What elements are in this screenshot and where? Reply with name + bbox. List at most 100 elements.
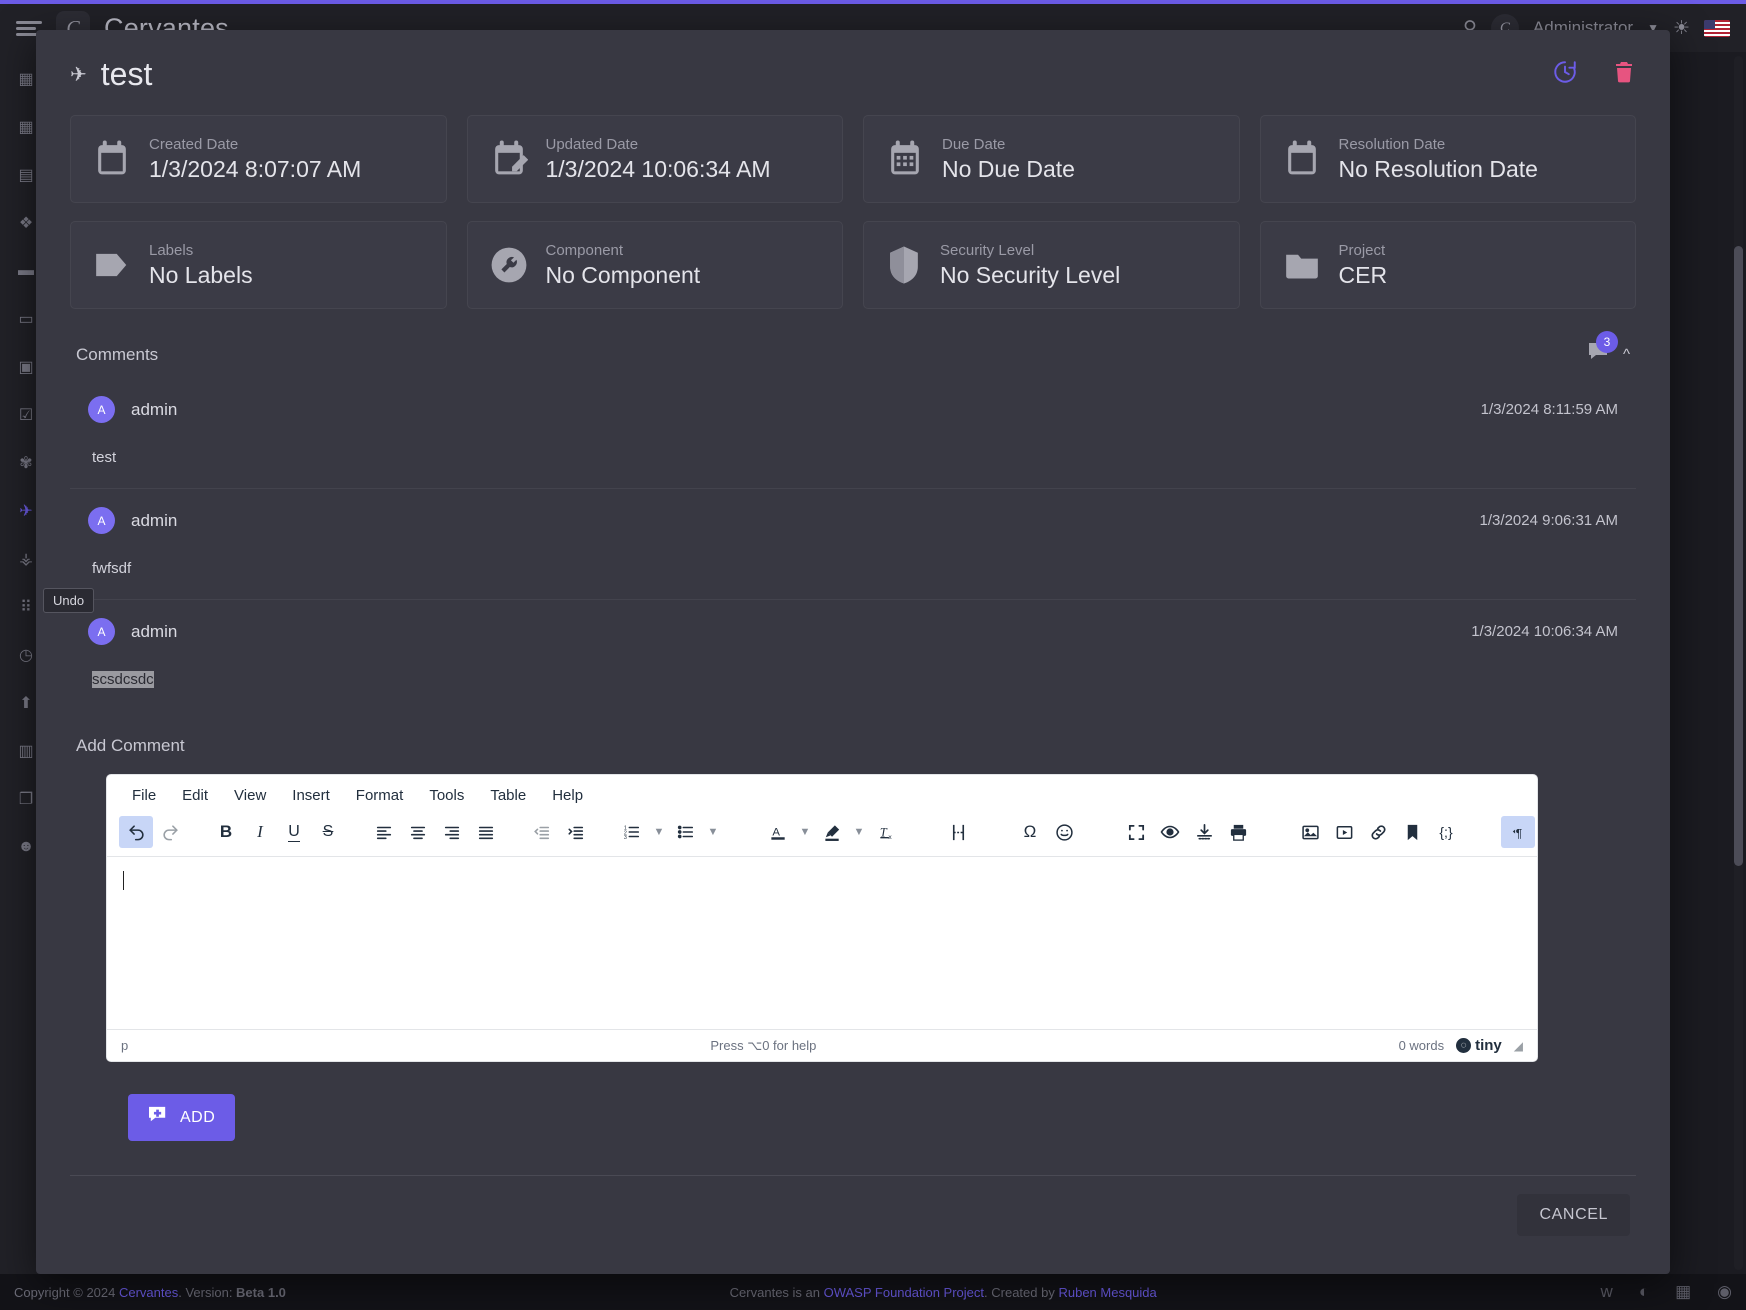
footer-owasp-link[interactable]: OWASP Foundation Project (824, 1285, 984, 1300)
tinymce-brand-logo[interactable]: ◌ tiny (1456, 1037, 1502, 1054)
bullet-list-button[interactable] (669, 816, 703, 848)
twitter-icon[interactable]: w (1601, 1282, 1613, 1302)
us-flag-icon[interactable] (1704, 19, 1730, 37)
footer-author-link[interactable]: Ruben Mesquida (1058, 1285, 1156, 1300)
jira-pin-icon: ✈ (70, 64, 87, 86)
align-justify-button[interactable] (469, 816, 503, 848)
docs-icon[interactable]: ▦ (1675, 1282, 1691, 1302)
calendar-edit-icon (490, 139, 528, 179)
calendar-days-icon (886, 139, 924, 179)
info-card-label: Created Date (149, 135, 239, 153)
page-footer: Copyright © 2024 Cervantes. Version: Bet… (0, 1274, 1746, 1310)
footer-center-prefix: Cervantes is an (729, 1284, 824, 1300)
info-card-text: Due Date No Due Date (942, 136, 1075, 183)
page-break-button[interactable] (941, 816, 975, 848)
highlight-chevron-down-icon[interactable]: ▼ (849, 816, 869, 848)
footer-version: Beta 1.0 (236, 1284, 286, 1300)
comments-header-right: 3 ^ (1587, 331, 1630, 368)
text-color-button[interactable]: A (761, 816, 795, 848)
svg-text:x: x (888, 834, 892, 841)
emoticons-button[interactable] (1047, 816, 1081, 848)
cancel-button[interactable]: CANCEL (1517, 1194, 1630, 1236)
italic-button[interactable]: I (243, 816, 277, 848)
menu-file[interactable]: File (121, 783, 167, 808)
restore-history-icon[interactable] (1552, 59, 1578, 90)
info-card-label: Due Date (942, 135, 1006, 153)
highlight-color-button[interactable] (815, 816, 849, 848)
footer-copyright-prefix: Copyright © 2024 (14, 1284, 119, 1300)
redo-button[interactable] (153, 816, 187, 848)
underline-button[interactable]: U (277, 816, 311, 848)
menu-table[interactable]: Table (479, 783, 537, 808)
fullscreen-button[interactable] (1119, 816, 1153, 848)
ltr-button[interactable]: ¶ (1501, 816, 1535, 848)
sun-icon[interactable]: ☀ (1673, 17, 1690, 40)
comment-body: test (92, 449, 117, 466)
menu-tools[interactable]: Tools (418, 783, 475, 808)
menu-insert[interactable]: Insert (281, 783, 341, 808)
info-card-value: No Component (545, 261, 701, 288)
indent-button[interactable] (559, 816, 593, 848)
preview-button[interactable] (1153, 816, 1187, 848)
trash-delete-icon[interactable] (1612, 59, 1636, 90)
export-button[interactable] (1187, 816, 1221, 848)
strikethrough-button[interactable]: S (311, 816, 345, 848)
editor-content-area[interactable] (107, 857, 1537, 1029)
editor-element-path[interactable]: p (121, 1038, 128, 1053)
info-cards-row-2: Labels No Labels Component No Component (36, 203, 1670, 309)
github-icon[interactable]: ◉ (1717, 1282, 1732, 1302)
undo-button[interactable] (119, 816, 153, 848)
comment-plus-icon (148, 1106, 168, 1129)
clear-format-button[interactable]: Tx (869, 816, 903, 848)
add-comment-button-label: ADD (180, 1108, 216, 1126)
menu-help[interactable]: Help (541, 783, 594, 808)
svg-text:¶: ¶ (1515, 826, 1522, 840)
outdent-button[interactable] (525, 816, 559, 848)
add-comment-button[interactable]: ADD (128, 1094, 236, 1141)
info-card-value: No Labels (149, 261, 253, 288)
page-scrollbar-thumb[interactable] (1734, 246, 1743, 866)
page-scrollbar-track[interactable] (1734, 56, 1743, 1270)
menu-view[interactable]: View (223, 783, 277, 808)
info-card-label: Security Level (940, 241, 1035, 259)
bold-button[interactable]: B (209, 816, 243, 848)
info-card-text: Created Date 1/3/2024 8:07:07 AM (149, 136, 361, 183)
print-button[interactable] (1221, 816, 1255, 848)
menu-edit[interactable]: Edit (171, 783, 219, 808)
insert-link-button[interactable] (1361, 816, 1395, 848)
comment-header: A admin 1/3/2024 8:11:59 AM (88, 396, 1618, 423)
comment-author: admin (131, 510, 178, 530)
info-card-label: Labels (149, 241, 194, 259)
menu-format[interactable]: Format (345, 783, 415, 808)
chevron-up-icon[interactable]: ^ (1623, 346, 1630, 363)
insert-media-button[interactable] (1327, 816, 1361, 848)
text-color-chevron-down-icon[interactable]: ▼ (795, 816, 815, 848)
footer-brand-link[interactable]: Cervantes (119, 1285, 178, 1300)
align-left-button[interactable] (367, 816, 401, 848)
editor-resize-handle[interactable]: ◢ (1514, 1039, 1523, 1053)
editor-status-bar: p Press ⌥0 for help 0 words ◌ tiny ◢ (107, 1029, 1537, 1061)
add-comment-label: Add Comment (76, 736, 185, 755)
rtl-button[interactable]: ¶ (1535, 816, 1537, 848)
bullet-list-chevron-down-icon[interactable]: ▼ (703, 816, 723, 848)
insert-image-button[interactable] (1293, 816, 1327, 848)
info-card-resolution-date: Resolution Date No Resolution Date (1259, 115, 1636, 203)
source-code-button[interactable]: {;} (1429, 816, 1463, 848)
avatar: A (88, 507, 115, 534)
comment-item: A admin 1/3/2024 8:11:59 AM test (70, 378, 1636, 489)
comment-author: admin (131, 399, 178, 419)
svg-text:A: A (772, 826, 780, 838)
numbered-list-button[interactable]: 123 (615, 816, 649, 848)
align-right-button[interactable] (435, 816, 469, 848)
comment-timestamp: 1/3/2024 9:06:31 AM (1479, 512, 1618, 529)
info-card-label: Resolution Date (1338, 135, 1446, 153)
align-center-button[interactable] (401, 816, 435, 848)
info-cards-row-1: Created Date 1/3/2024 8:07:07 AM Updated… (36, 99, 1670, 203)
anchor-button[interactable] (1395, 816, 1429, 848)
page-title: test (100, 56, 153, 92)
numbered-list-chevron-down-icon[interactable]: ▼ (649, 816, 669, 848)
footer-version-text: . Version: (178, 1284, 237, 1300)
special-char-button[interactable]: Ω (1013, 816, 1047, 848)
comment-body-wrap: scsdcsdc (88, 645, 1618, 688)
discord-icon[interactable]: ◐ (1639, 1282, 1649, 1302)
